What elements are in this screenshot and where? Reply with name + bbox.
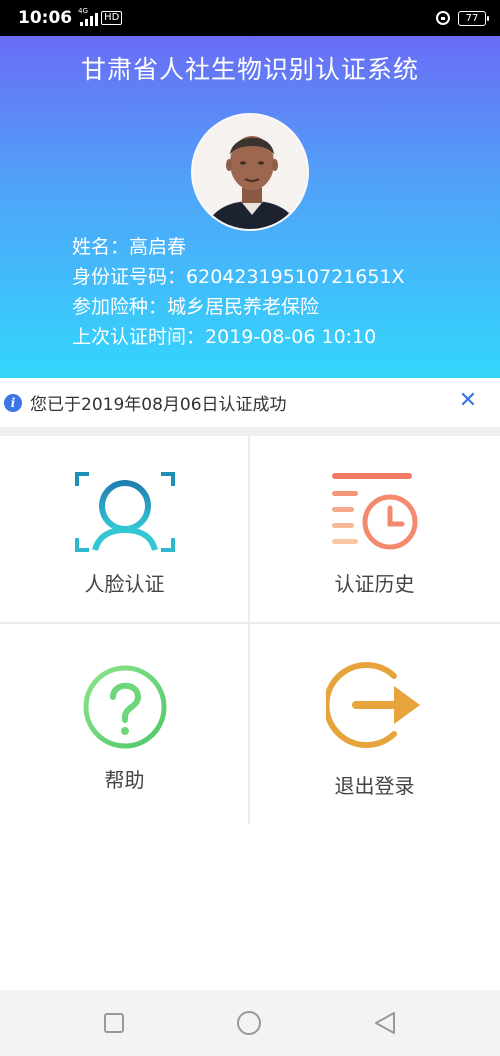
hd-badge: HD (101, 11, 123, 25)
logout-label: 退出登录 (334, 774, 415, 798)
face-scan-icon (75, 472, 175, 552)
status-bar: 10:06 4G HD 77 (0, 0, 500, 36)
app-title: 甘肃省人社生物识别认证系统 (80, 55, 419, 84)
network-label: 4G (78, 7, 89, 15)
notice-bar: i 您已于2019年08月06日认证成功 ✕ (0, 378, 500, 436)
battery-icon: 77 (458, 10, 489, 26)
info-insurance-type: 参加险种：城乡居民养老保险 (72, 296, 320, 318)
logout-button[interactable]: 退出登录 (250, 624, 499, 810)
auth-history-button[interactable]: 认证历史 (250, 436, 499, 622)
menu-grid: 人脸认证 认证历史 帮助 退出登录 (0, 436, 500, 824)
face-auth-button[interactable]: 人脸认证 (0, 436, 249, 622)
status-time: 10:06 (18, 8, 73, 28)
user-info: 姓名：高启春 身份证号码：62042319510721651X 参加险种：城乡居… (72, 232, 405, 352)
info-icon: i (4, 393, 22, 412)
info-name: 姓名：高启春 (72, 236, 187, 258)
logout-icon (326, 662, 420, 748)
back-icon[interactable] (372, 1010, 398, 1036)
history-clock-icon (332, 473, 418, 550)
signal-icon: 4G (78, 7, 99, 26)
battery-level: 77 (465, 12, 479, 24)
home-icon[interactable] (236, 1010, 262, 1036)
help-button[interactable]: 帮助 (0, 624, 249, 810)
notice-text: 您已于2019年08月06日认证成功 (30, 395, 287, 415)
help-icon (83, 665, 167, 749)
info-id-number: 身份证号码：62042319510721651X (72, 266, 405, 288)
avatar (191, 113, 309, 231)
info-last-auth-time: 上次认证时间：2019-08-06 10:10 (72, 326, 377, 348)
system-nav-bar (0, 990, 500, 1056)
profile-header: 甘肃省人社生物识别认证系统 姓名：高启春 身份证号码：6204231951072… (0, 36, 500, 378)
recent-apps-icon[interactable] (101, 1010, 127, 1036)
rotation-lock-icon (436, 11, 450, 25)
avatar-photo (193, 115, 307, 229)
close-icon[interactable]: ✕ (458, 390, 478, 412)
auth-history-label: 认证历史 (334, 572, 415, 596)
face-auth-label: 人脸认证 (84, 572, 165, 596)
help-label: 帮助 (104, 768, 145, 792)
